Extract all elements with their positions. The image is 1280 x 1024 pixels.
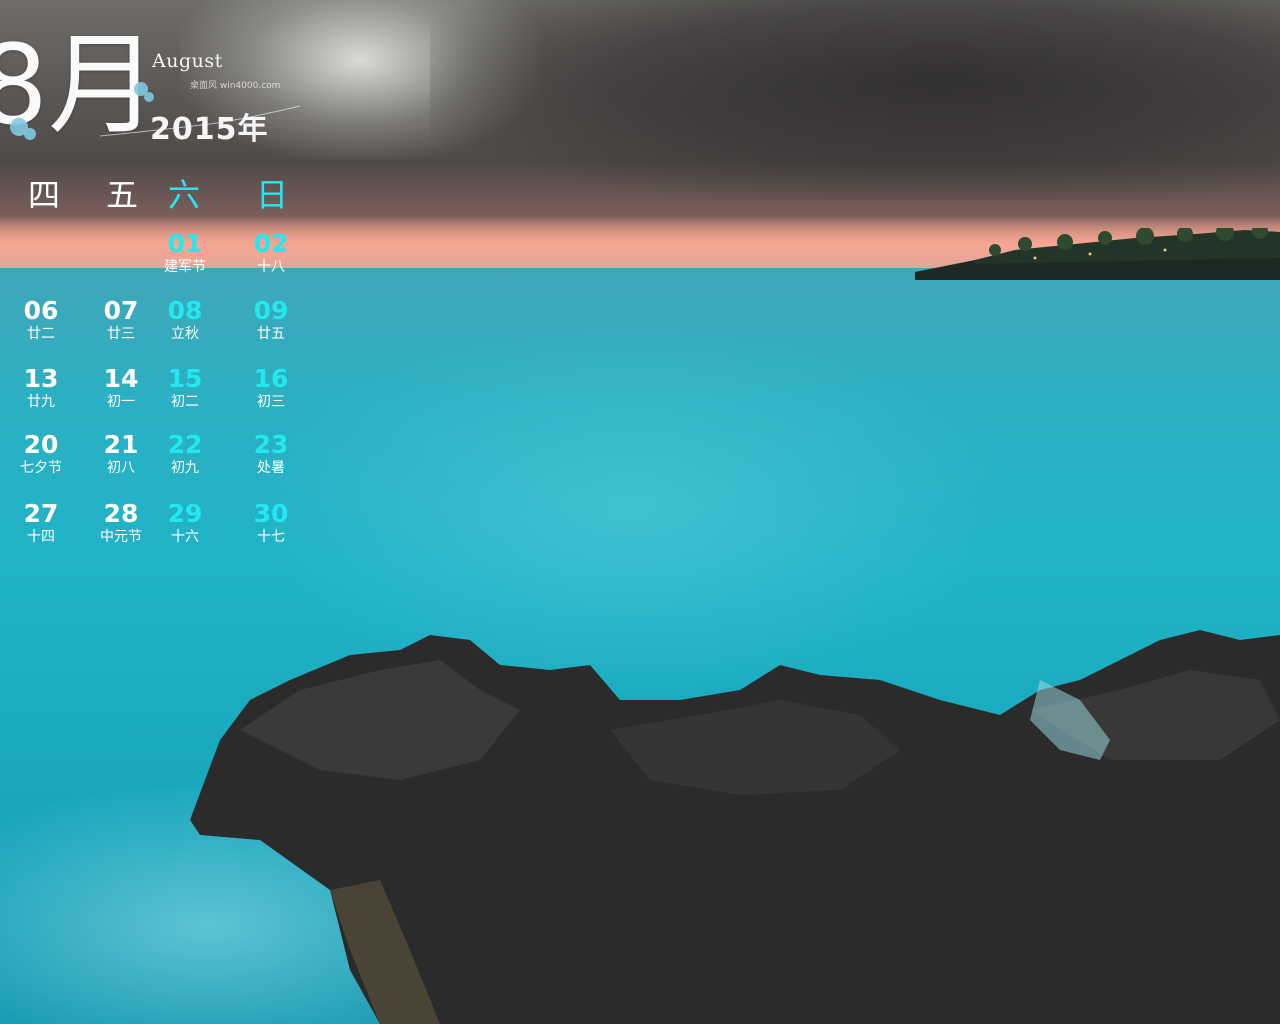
palm-island (915, 228, 1280, 280)
lunar-date: 初一 (107, 394, 135, 410)
day-number: 23 (253, 430, 289, 459)
day-number: 29 (167, 499, 203, 528)
calendar-day: 14 初一 (86, 365, 156, 411)
lunar-date: 廿二 (27, 326, 55, 342)
calendar-day: 02 十八 (236, 230, 306, 276)
day-number: 28 (103, 499, 139, 528)
lunar-date: 中元节 (100, 529, 142, 545)
calendar-day: 09 廿五 (236, 297, 306, 343)
day-number: 06 (23, 296, 59, 325)
lunar-date: 十七 (257, 529, 285, 545)
lunar-date: 七夕节 (20, 460, 62, 476)
calendar-day: 22 初九 (150, 431, 220, 477)
weekday-fri: 五 (105, 176, 138, 214)
storm-cloud (430, 0, 1280, 200)
site-watermark: 桌面风 win4000.com (190, 81, 281, 91)
calendar-day: 28 中元节 (86, 500, 156, 546)
day-number: 01 (167, 229, 203, 258)
lunar-date: 初三 (257, 394, 285, 410)
day-number: 27 (23, 499, 59, 528)
calendar-day: 16 初三 (236, 365, 306, 411)
calendar-day: 08 立秋 (150, 297, 220, 343)
day-number: 20 (23, 430, 59, 459)
year-label: 2015年 (150, 112, 269, 147)
lunar-date: 初九 (171, 460, 199, 476)
weekday-thu: 四 (27, 176, 60, 214)
lunar-date: 立秋 (171, 326, 199, 342)
calendar-day: 20 七夕节 (6, 431, 76, 477)
lunar-date: 建军节 (164, 259, 206, 275)
lunar-date: 初二 (171, 394, 199, 410)
lunar-date: 十八 (257, 259, 285, 275)
lunar-date: 初八 (107, 460, 135, 476)
weekday-sat: 六 (167, 176, 200, 214)
day-number: 07 (103, 296, 139, 325)
calendar-day: 06 廿二 (6, 297, 76, 343)
day-number: 21 (103, 430, 139, 459)
decorative-dot (24, 128, 36, 140)
lunar-date: 廿九 (27, 394, 55, 410)
calendar-day: 21 初八 (86, 431, 156, 477)
lunar-date: 十六 (171, 529, 199, 545)
lunar-date: 十四 (27, 529, 55, 545)
day-number: 09 (253, 296, 289, 325)
lunar-date: 处暑 (257, 460, 285, 476)
month-name-english: August (152, 50, 223, 72)
day-number: 14 (103, 364, 139, 393)
calendar-day: 30 十七 (236, 500, 306, 546)
lava-rock-shore (190, 630, 1280, 1024)
lunar-date: 廿五 (257, 326, 285, 342)
calendar-day: 13 廿九 (6, 365, 76, 411)
lunar-date: 廿三 (107, 326, 135, 342)
calendar-day: 15 初二 (150, 365, 220, 411)
calendar-day: 23 处暑 (236, 431, 306, 477)
weekday-sun: 日 (255, 176, 288, 214)
day-number: 15 (167, 364, 203, 393)
day-number: 13 (23, 364, 59, 393)
calendar-day: 01 建军节 (150, 230, 220, 276)
calendar-day: 29 十六 (150, 500, 220, 546)
calendar-day: 27 十四 (6, 500, 76, 546)
day-number: 08 (167, 296, 203, 325)
day-number: 02 (253, 229, 289, 258)
day-number: 30 (253, 499, 289, 528)
day-number: 16 (253, 364, 289, 393)
calendar-day: 07 廿三 (86, 297, 156, 343)
day-number: 22 (167, 430, 203, 459)
